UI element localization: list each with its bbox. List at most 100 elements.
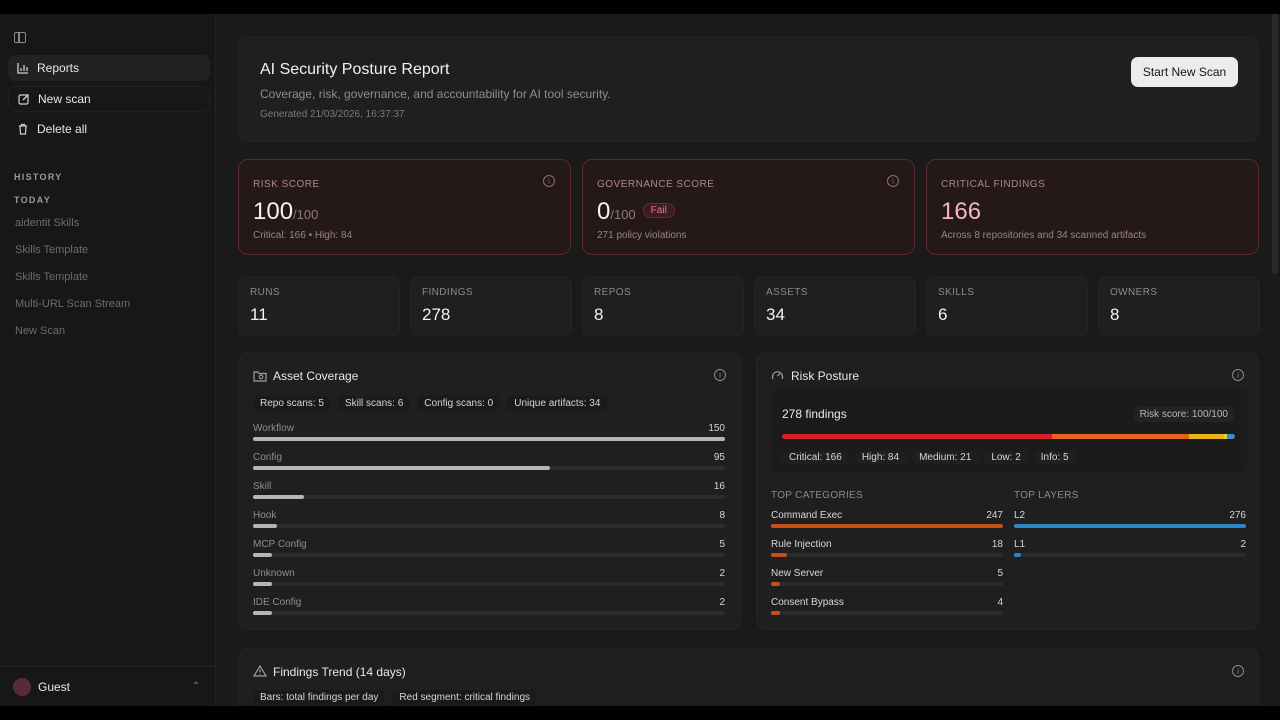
severity-segment: [1226, 434, 1235, 439]
summary-pill: Repo scans: 5: [253, 396, 331, 411]
info-icon[interactable]: i: [543, 175, 555, 187]
coverage-bar-track: [253, 495, 725, 499]
critical-findings-value: 166: [941, 198, 982, 225]
sidebar-item-delete-all[interactable]: Delete all: [8, 116, 210, 142]
layer-bar-track: [1014, 553, 1246, 557]
coverage-row-label: Workflow: [253, 423, 294, 434]
top-layers-heading: TOP LAYERS: [1014, 490, 1079, 501]
stat-label: ASSETS: [766, 287, 808, 298]
layer-label: L1: [1014, 539, 1026, 550]
stat-label: REPOS: [594, 287, 632, 298]
severity-pill: Low: 2: [984, 451, 1028, 464]
coverage-row-value: 150: [708, 423, 725, 434]
stat-findings: FINDINGS 278: [410, 276, 572, 336]
asset-coverage-panel: Asset Coverage i Repo scans: 5 Skill sca…: [238, 352, 741, 630]
category-bar-fill: [771, 553, 788, 557]
user-name: Guest: [38, 679, 71, 694]
status-badge: Fail: [642, 203, 675, 218]
legend-pill: Red segment: critical findings: [392, 690, 538, 705]
layer-row: L1 2: [1014, 539, 1246, 561]
coverage-row-label: IDE Config: [253, 597, 302, 608]
panel-title: Risk Posture: [791, 369, 860, 383]
sidebar-toggle-icon[interactable]: [14, 32, 26, 43]
risk-score-card: RISK SCORE i 100/100 Critical: 166 • Hig…: [238, 159, 571, 255]
info-icon[interactable]: i: [714, 369, 726, 381]
critical-findings-card: CRITICAL FINDINGS 166 Across 8 repositor…: [926, 159, 1259, 255]
coverage-row-value: 95: [713, 452, 725, 463]
stat-runs: RUNS 11: [238, 276, 400, 336]
layer-value: 276: [1229, 510, 1246, 521]
category-bar-fill: [771, 524, 1003, 528]
category-bar-track: [771, 553, 1003, 557]
history-item[interactable]: Multi-URL Scan Stream: [15, 298, 130, 310]
category-bar-fill: [771, 611, 781, 615]
history-item[interactable]: aidentit Skills: [15, 217, 79, 229]
stat-value: 8: [1110, 305, 1120, 324]
critical-findings-detail: Across 8 repositories and 34 scanned art…: [941, 230, 1147, 241]
category-value: 5: [997, 568, 1003, 579]
severity-pill: Medium: 21: [912, 451, 979, 464]
start-new-scan-button[interactable]: Start New Scan: [1131, 57, 1238, 87]
coverage-bar-track: [253, 466, 725, 470]
coverage-row: Unknown 2: [253, 568, 725, 590]
history-item[interactable]: Skills Template: [15, 271, 88, 283]
severity-pill: Info: 5: [1033, 451, 1076, 464]
severity-legend: Critical: 166 High: 84 Medium: 21 Low: 2 Inf…: [782, 451, 1076, 464]
coverage-row-label: MCP Config: [253, 539, 307, 550]
coverage-row-label: Unknown: [253, 568, 295, 579]
severity-summary: 278 findings Risk score: 100/100 Critica…: [771, 389, 1247, 473]
risk-posture-panel: Risk Posture i 278 findings Risk score: …: [756, 352, 1259, 630]
info-icon[interactable]: i: [887, 175, 899, 187]
history-item[interactable]: Skills Template: [15, 244, 88, 256]
risk-score-number: 100: [253, 198, 294, 225]
coverage-row: MCP Config 5: [253, 539, 725, 561]
panel-title: Asset Coverage: [273, 369, 359, 383]
severity-segment: [782, 434, 1053, 439]
coverage-summary: Repo scans: 5 Skill scans: 6 Config scan…: [253, 396, 608, 411]
user-menu[interactable]: Guest ⌃: [0, 666, 216, 706]
info-icon[interactable]: i: [1232, 369, 1244, 381]
findings-trend-panel: Findings Trend (14 days) i Bars: total f…: [238, 648, 1259, 706]
category-row: Command Exec 247: [771, 510, 1003, 532]
summary-pill: Unique artifacts: 34: [507, 396, 608, 411]
gauge-icon: [771, 369, 784, 387]
risk-score-badge: Risk score: 100/100: [1133, 407, 1234, 422]
coverage-bar-fill: [253, 582, 272, 586]
category-value: 4: [997, 597, 1003, 608]
layer-value: 2: [1240, 539, 1246, 550]
generated-timestamp: Generated 21/03/2026, 16:37:37: [260, 109, 405, 120]
layer-label: L2: [1014, 510, 1026, 521]
coverage-bar-track: [253, 611, 725, 615]
coverage-row: IDE Config 2: [253, 597, 725, 619]
info-icon[interactable]: i: [1232, 665, 1244, 677]
findings-count: 278 findings: [782, 407, 847, 421]
severity-segment: [1052, 434, 1190, 439]
edit-icon: [17, 93, 31, 105]
sidebar-item-reports[interactable]: Reports: [8, 55, 210, 81]
coverage-row: Config 95: [253, 452, 725, 474]
governance-score-card: GOVERNANCE SCORE i 0/100 Fail 271 policy …: [582, 159, 915, 255]
stat-repos: REPOS 8: [582, 276, 744, 336]
governance-score-number: 0: [597, 198, 611, 225]
severity-pill: High: 84: [854, 451, 907, 464]
category-label: New Server: [771, 568, 824, 579]
risk-score-value: 100/100: [253, 198, 318, 226]
governance-score-denominator: /100: [610, 207, 636, 222]
coverage-bar-track: [253, 437, 725, 441]
history-item[interactable]: New Scan: [15, 325, 65, 337]
scrollbar[interactable]: [1272, 14, 1278, 274]
governance-score-detail: 271 policy violations: [597, 230, 687, 241]
coverage-row: Skill 16: [253, 481, 725, 503]
sidebar-item-label: New scan: [38, 92, 91, 106]
sidebar-item-new-scan[interactable]: New scan: [8, 86, 210, 112]
chevron-up-icon: ⌃: [191, 681, 200, 692]
severity-segment: [1189, 434, 1224, 439]
coverage-bar-fill: [253, 437, 725, 441]
coverage-row-value: 2: [719, 597, 725, 608]
stat-assets: ASSETS 34: [754, 276, 916, 336]
severity-pill: Critical: 166: [782, 451, 849, 464]
trend-legend: Bars: total findings per day Red segment…: [253, 690, 538, 705]
category-label: Consent Bypass: [771, 597, 844, 608]
layer-bar-fill: [1014, 524, 1246, 528]
coverage-row: Hook 8: [253, 510, 725, 532]
